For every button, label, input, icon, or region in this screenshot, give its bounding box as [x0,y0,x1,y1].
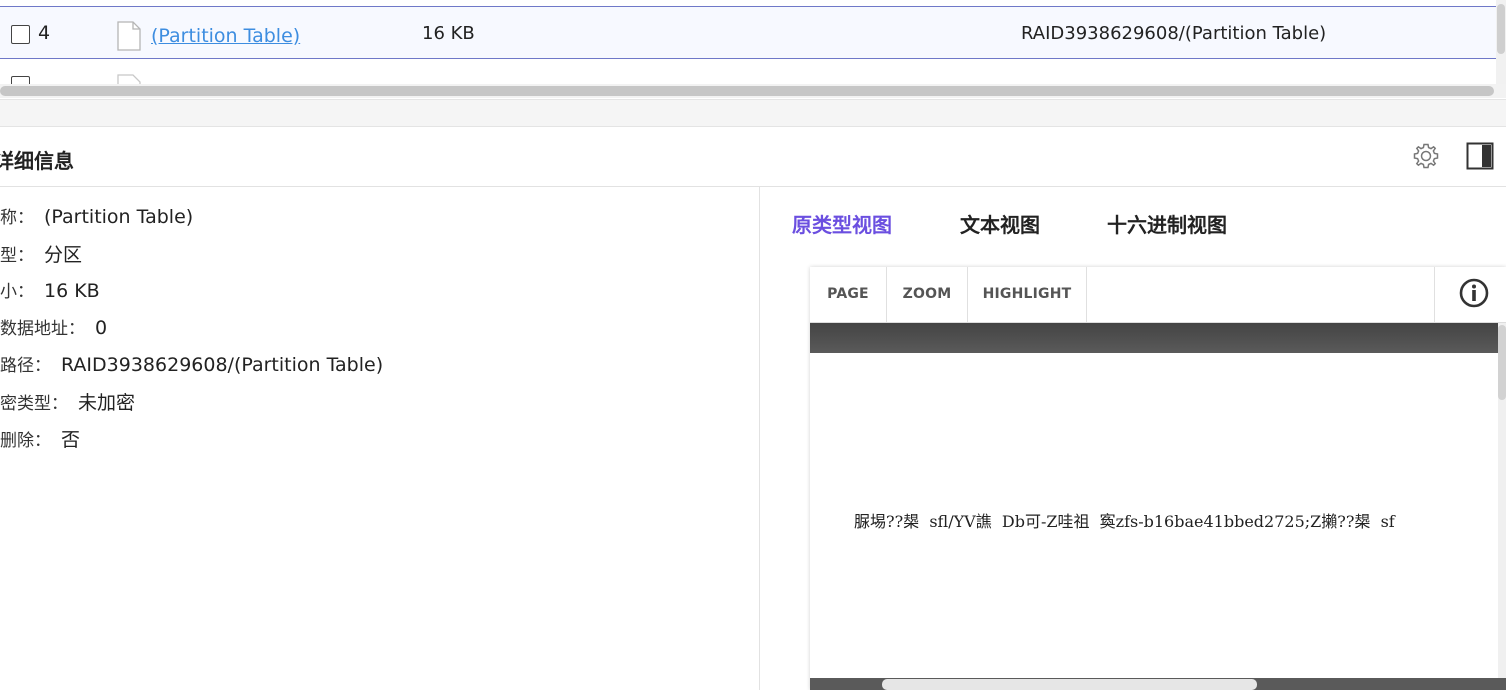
document-page: 脲埸??槼 sfl/YV譙 Db可-Z哇祖 寏zfs-b16bae41bbed2… [810,353,1498,678]
property-label: 路径： [0,356,51,376]
property-value: 否 [61,429,81,451]
table-row[interactable]: 4 (Partition Table) 16 KB RAID3938629608… [0,6,1506,59]
zoom-button[interactable]: ZOOM [887,267,968,322]
viewer-vertical-scroll-thumb[interactable] [1498,325,1506,400]
table-vertical-scroll-thumb[interactable] [1497,4,1505,54]
row-checkbox[interactable] [11,25,30,44]
property-label: 小： [0,282,34,302]
panel-toggle-icon[interactable] [1466,142,1494,170]
properties-panel: 称： (Partition Table) 型： 分区 小： 16 KB 数据地址： 0 … [0,187,760,690]
property-label: 密类型： [0,394,68,414]
property-value: 16 KB [44,280,100,302]
highlight-button[interactable]: HIGHLIGHT [968,267,1087,322]
details-header: 详细信息 [0,127,1506,187]
property-label: 称： [0,208,34,228]
file-name-link[interactable]: (Partition Table) [151,25,300,47]
tab-original-view[interactable]: 原类型视图 [792,209,892,238]
file-path: RAID3938629608/(Partition Table) [1021,23,1327,44]
file-icon [117,74,141,84]
property-value: 分区 [44,244,83,266]
property-value: RAID3938629608/(Partition Table) [61,354,384,376]
property-label: 数据地址： [0,319,85,339]
tab-text-view[interactable]: 文本视图 [960,209,1040,238]
file-size: 16 KB [422,23,475,44]
tab-hex-view[interactable]: 十六进制视图 [1107,209,1227,238]
table-row[interactable] [0,60,1506,84]
details-title: 详细信息 [0,149,74,173]
file-icon [117,21,141,51]
document-page-header [810,323,1498,353]
property-label: 型： [0,246,34,266]
property-path: 路径： RAID3938629608/(Partition Table) [0,351,383,376]
viewer-toolbar: PAGE ZOOM HIGHLIGHT [810,267,1506,323]
info-icon[interactable] [1458,277,1490,309]
row-checkbox[interactable] [11,76,30,84]
property-data-address: 数据地址： 0 [0,314,107,339]
property-type: 型： 分区 [0,240,82,267]
table-horizontal-scroll-thumb[interactable] [0,86,1494,96]
property-value: (Partition Table) [44,206,194,228]
gear-icon[interactable] [1411,141,1441,171]
property-encryption: 密类型： 未加密 [0,388,135,415]
property-value: 0 [95,317,108,339]
property-deleted: 删除： 否 [0,425,80,452]
viewer-horizontal-scroll-thumb[interactable] [882,679,1257,690]
toolbar-spacer [1087,267,1435,322]
property-name: 称： (Partition Table) [0,203,193,228]
page-button[interactable]: PAGE [810,267,887,322]
document-content-text: 脲埸??槼 sfl/YV譙 Db可-Z哇祖 寏zfs-b16bae41bbed2… [854,512,1395,531]
row-index: 4 [38,22,51,44]
property-size: 小： 16 KB [0,277,100,302]
property-label: 删除： [0,431,51,451]
panel-divider [0,99,1506,127]
property-value: 未加密 [78,392,136,414]
